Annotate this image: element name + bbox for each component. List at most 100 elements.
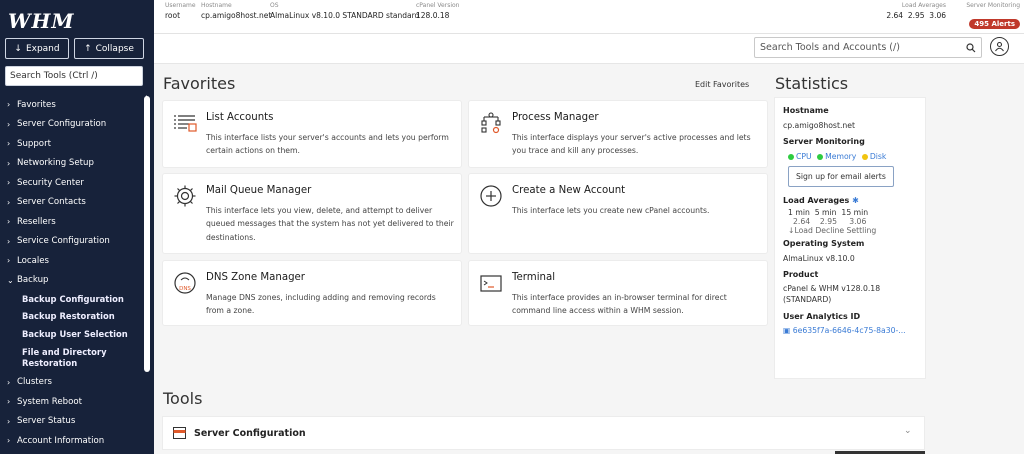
stat-server-monitoring-label: Server Monitoring (783, 137, 865, 146)
collapse-label: Collapse (95, 43, 134, 54)
hostname-block: Hostname cp.amigo8host.net (201, 2, 271, 20)
sidebar-item-service-configuration[interactable]: › Service Configuration (0, 232, 154, 252)
sidebar-item-label: Server Contacts (17, 197, 86, 208)
card-description: This interface lets you create new cPane… (512, 206, 710, 215)
sidebar: WHM ↓ Expand ↑ Collapse Search Tools (Ct… (0, 0, 154, 454)
load-averages-title: Load Averages (783, 196, 850, 205)
cpanel-version-block: cPanel Version 128.0.18 (416, 2, 459, 20)
sidebar-item-locales[interactable]: › Locales (0, 251, 154, 271)
stat-os-label: Operating System (783, 239, 865, 248)
favorite-card-mail-queue-manager[interactable]: Mail Queue Manager This interface lets y… (163, 174, 461, 253)
stat-os-value: AlmaLinux v8.10.0 (783, 254, 855, 263)
arrow-up-icon: ↑ (84, 43, 92, 54)
sidebar-item-clusters[interactable]: › Clusters (0, 373, 154, 393)
pin-icon[interactable]: ✱ (852, 196, 859, 205)
server-monitoring-block: Server Monitoring 495 Alerts (954, 2, 1020, 30)
dns-icon: DNS (174, 272, 196, 294)
favorite-card-create-account[interactable]: Create a New Account This interface lets… (469, 174, 767, 253)
card-description: Manage DNS zones, including adding and r… (206, 293, 436, 316)
chevron-down-icon[interactable]: ⌄ (904, 426, 912, 436)
card-title: Create a New Account (512, 185, 626, 196)
top-info-bar: Username root Hostname cp.amigo8host.net… (154, 0, 1024, 34)
svg-text:DNS: DNS (179, 286, 191, 292)
sidebar-subitem-file-directory-restoration[interactable]: File and Directory Restoration (0, 343, 154, 373)
favorite-card-dns-zone-manager[interactable]: DNS DNS Zone Manager Manage DNS zones, i… (163, 261, 461, 325)
favorite-card-terminal[interactable]: Terminal This interface provides an in-b… (469, 261, 767, 325)
memory-label[interactable]: Memory (825, 152, 856, 161)
sidebar-item-resellers[interactable]: › Resellers (0, 212, 154, 232)
copy-icon[interactable]: ▣ (783, 326, 790, 335)
load-decline: ↓Load Decline Settling (783, 226, 917, 235)
tools-section-server-configuration[interactable]: Server Configuration ⌄ (163, 417, 924, 449)
sidebar-item-server-status[interactable]: › Server Status (0, 412, 154, 432)
search-placeholder: Search Tools and Accounts (/) (760, 42, 900, 53)
user-account-icon[interactable] (990, 37, 1009, 56)
sidebar-scrollbar[interactable] (144, 96, 150, 372)
sidebar-item-label: Backup (17, 275, 49, 286)
sidebar-subitem-backup-restoration[interactable]: Backup Restoration (0, 308, 154, 326)
card-description: This interface provides an in-browser te… (512, 293, 727, 316)
server-monitoring-label: Server Monitoring (966, 2, 1020, 9)
server-config-icon (173, 427, 186, 439)
sidebar-item-label: Security Center (17, 177, 84, 188)
sidebar-item-label: Server Status (17, 416, 76, 427)
chevron-right-icon: › (7, 119, 11, 129)
stat-user-analytics-label: User Analytics ID (783, 312, 861, 321)
edit-favorites-link[interactable]: Edit Favorites (695, 80, 749, 89)
chevron-right-icon: › (7, 197, 11, 207)
sidebar-item-favorites[interactable]: › Favorites (0, 95, 154, 115)
user-analytics-id-value: 6e635f7a-6646-4c75-8a30-... (792, 326, 906, 335)
os-label: OS (270, 2, 279, 9)
search-icon (966, 42, 976, 52)
user-analytics-id[interactable]: ▣ 6e635f7a-6646-4c75-8a30-... (783, 326, 917, 335)
disk-label[interactable]: Disk (870, 152, 887, 161)
chevron-down-icon: ⌄ (7, 275, 14, 285)
username-label: Username (165, 2, 196, 9)
chevron-right-icon: › (7, 397, 11, 407)
card-description: This interface lists your server's accou… (206, 133, 449, 156)
hostname-label: Hostname (201, 2, 232, 9)
sidebar-item-backup[interactable]: ⌄ Backup (0, 271, 154, 291)
card-title: Process Manager (512, 112, 599, 123)
stat-product-line1: cPanel & WHM v128.0.18 (783, 284, 881, 293)
load-averages-label: Load Averages (901, 2, 946, 9)
tools-title: Tools (163, 389, 203, 408)
os-value: AlmaLinux v8.10.0 STANDARD standard (270, 11, 420, 20)
load-headers: 1 min 5 min 15 min (788, 208, 869, 217)
sidebar-search-input[interactable]: Search Tools (Ctrl /) (5, 66, 143, 86)
sidebar-subitem-backup-configuration[interactable]: Backup Configuration (0, 290, 154, 308)
list-accounts-icon (174, 115, 197, 132)
sidebar-item-label: Service Configuration (17, 236, 110, 247)
chevron-right-icon: › (7, 256, 11, 266)
card-title: List Accounts (206, 112, 274, 123)
collapse-button[interactable]: ↑ Collapse (74, 38, 144, 59)
whm-logo[interactable]: WHM (0, 0, 154, 34)
alerts-badge[interactable]: 495 Alerts (969, 19, 1020, 29)
search-row: Search Tools and Accounts (/) (154, 34, 1024, 64)
email-alerts-button[interactable]: Sign up for email alerts (788, 166, 894, 187)
sidebar-item-account-information[interactable]: › Account Information (0, 431, 154, 451)
cpanel-version-value: 128.0.18 (416, 11, 450, 20)
card-description: This interface lets you view, delete, an… (206, 206, 454, 242)
sidebar-item-server-configuration[interactable]: › Server Configuration (0, 115, 154, 135)
expand-button[interactable]: ↓ Expand (5, 38, 69, 59)
sidebar-item-label: System Reboot (17, 396, 82, 407)
stat-hostname-label: Hostname (783, 106, 829, 115)
monitoring-status: CPU Memory Disk (783, 152, 917, 161)
os-block: OS AlmaLinux v8.10.0 STANDARD standard (270, 2, 419, 20)
sidebar-item-server-contacts[interactable]: › Server Contacts (0, 193, 154, 213)
mail-queue-gear-icon (174, 185, 196, 207)
sidebar-item-support[interactable]: › Support (0, 134, 154, 154)
favorite-card-process-manager[interactable]: Process Manager This interface displays … (469, 101, 767, 167)
sidebar-item-networking-setup[interactable]: › Networking Setup (0, 154, 154, 174)
tools-accounts-search-input[interactable]: Search Tools and Accounts (/) (754, 37, 982, 58)
sidebar-subitem-backup-user-selection[interactable]: Backup User Selection (0, 325, 154, 343)
sidebar-item-security-center[interactable]: › Security Center (0, 173, 154, 193)
cpu-label[interactable]: CPU (796, 152, 812, 161)
load-decline-label: Load Decline Settling (794, 226, 877, 235)
load-averages-block: Load Averages 2.64 2.95 3.06 (872, 2, 946, 20)
sidebar-item-system-reboot[interactable]: › System Reboot (0, 392, 154, 412)
chevron-right-icon: › (7, 416, 11, 426)
favorite-card-list-accounts[interactable]: List Accounts This interface lists your … (163, 101, 461, 167)
username-value: root (165, 11, 181, 20)
